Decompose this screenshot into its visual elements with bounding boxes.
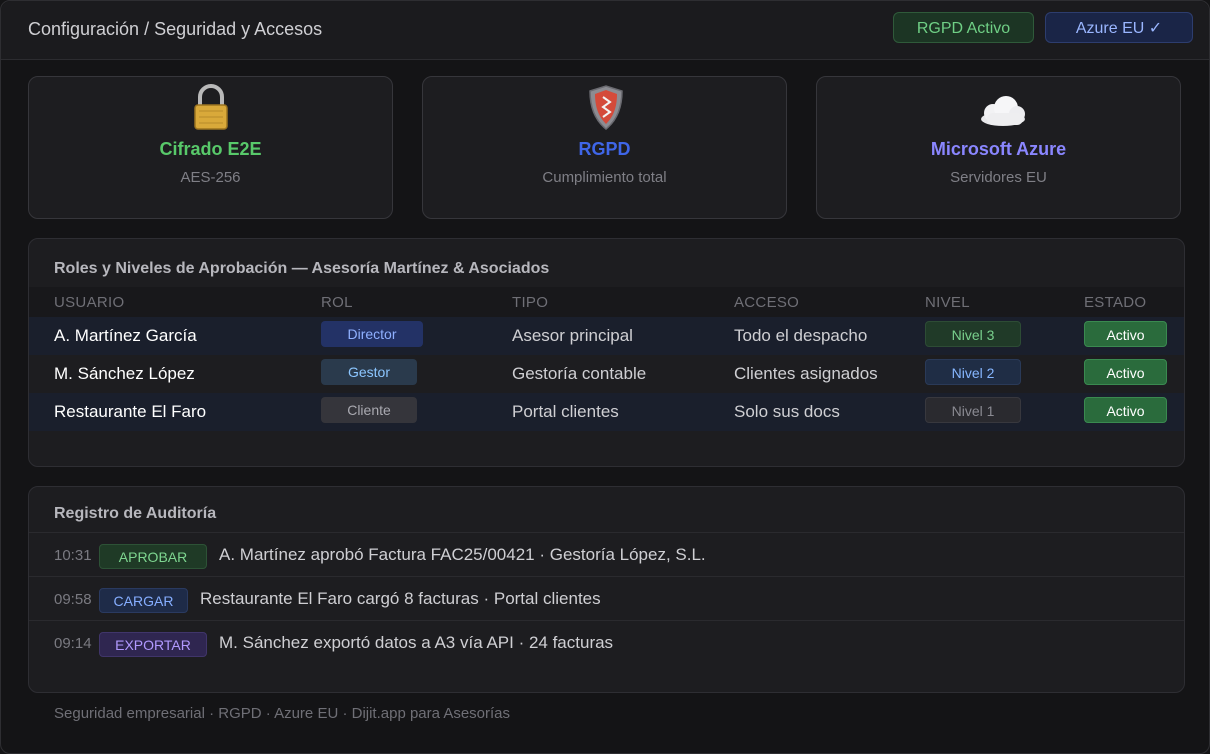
table-row[interactable]: Restaurante El Faro Cliente Portal clien…	[29, 393, 1184, 431]
status-badge[interactable]: Activo	[1084, 359, 1167, 385]
app-window: Configuración / Seguridad y Accesos RGPD…	[0, 0, 1210, 754]
card-title: Cifrado E2E	[159, 139, 262, 159]
table-row[interactable]: M. Sánchez López Gestor Gestoría contabl…	[29, 355, 1184, 393]
audit-text: Restaurante El Faro cargó 8 facturas · P…	[200, 589, 601, 608]
level-badge[interactable]: Nivel 1	[925, 397, 1021, 423]
column-header-estado[interactable]: ESTADO	[1084, 294, 1146, 311]
audit-text: M. Sánchez exportó datos a A3 vía API · …	[219, 633, 614, 652]
column-header-rol[interactable]: ROL	[321, 294, 353, 311]
audit-action-tag: CARGAR	[99, 588, 188, 613]
footer-text: Seguridad empresarial · RGPD · Azure EU …	[54, 705, 511, 722]
level-badge[interactable]: Nivel 2	[925, 359, 1021, 385]
card-title: Microsoft Azure	[930, 139, 1067, 159]
roles-panel: Roles y Niveles de Aprobación — Asesoría…	[28, 238, 1185, 467]
audit-entry[interactable]: 09:58 CARGAR Restaurante El Faro cargó 8…	[29, 576, 1184, 621]
card-subtitle: Servidores EU	[950, 169, 1047, 186]
user-name: Restaurante El Faro	[54, 402, 207, 421]
role-badge[interactable]: Gestor	[321, 359, 417, 385]
status-badge[interactable]: Activo	[1084, 321, 1167, 347]
user-name: M. Sánchez López	[54, 364, 195, 383]
rgpd-status-badge[interactable]: RGPD Activo	[893, 12, 1034, 43]
roles-panel-title: Roles y Niveles de Aprobación — Asesoría…	[54, 260, 550, 277]
cloud-icon	[817, 83, 1180, 131]
lock-icon	[29, 83, 392, 131]
role-badge[interactable]: Director	[321, 321, 423, 347]
role-badge[interactable]: Cliente	[321, 397, 417, 423]
azure-status-badge[interactable]: Azure EU ✓	[1045, 12, 1193, 43]
table-row[interactable]: A. Martínez García Director Asesor princ…	[29, 317, 1184, 355]
audit-entry[interactable]: 10:31 APROBAR A. Martínez aprobó Factura…	[29, 532, 1184, 577]
user-type: Portal clientes	[512, 402, 619, 421]
encryption-card: Cifrado E2E AES-256	[28, 76, 393, 219]
audit-time: 10:31	[54, 547, 92, 564]
audit-panel: Registro de Auditoría 10:31 APROBAR A. M…	[28, 486, 1185, 693]
audit-text: A. Martínez aprobó Factura FAC25/00421 ·…	[219, 545, 706, 564]
user-type: Gestoría contable	[512, 364, 647, 383]
shield-icon	[423, 83, 786, 131]
user-name: A. Martínez García	[54, 326, 197, 345]
card-title: RGPD	[578, 139, 631, 159]
azure-card: Microsoft Azure Servidores EU	[816, 76, 1181, 219]
user-access: Solo sus docs	[734, 402, 840, 421]
column-header-nivel[interactable]: NIVEL	[925, 294, 970, 311]
column-header-usuario[interactable]: USUARIO	[54, 294, 124, 311]
top-bar: Configuración / Seguridad y Accesos RGPD…	[1, 1, 1209, 60]
rgpd-card: RGPD Cumplimiento total	[422, 76, 787, 219]
level-badge[interactable]: Nivel 3	[925, 321, 1021, 347]
card-subtitle: AES-256	[180, 169, 241, 186]
card-subtitle: Cumplimiento total	[542, 169, 667, 186]
breadcrumb[interactable]: Configuración / Seguridad y Accesos	[28, 19, 322, 40]
status-badge[interactable]: Activo	[1084, 397, 1167, 423]
column-header-tipo[interactable]: TIPO	[512, 294, 548, 311]
user-access: Clientes asignados	[734, 364, 878, 383]
audit-action-tag: EXPORTAR	[99, 632, 207, 657]
audit-entry[interactable]: 09:14 EXPORTAR M. Sánchez exportó datos …	[29, 620, 1184, 665]
audit-time: 09:58	[54, 591, 92, 608]
audit-panel-title: Registro de Auditoría	[54, 505, 217, 522]
user-type: Asesor principal	[512, 326, 633, 345]
column-header-acceso[interactable]: ACCESO	[734, 294, 799, 311]
user-access: Todo el despacho	[734, 326, 868, 345]
roles-table-header	[29, 287, 1184, 317]
audit-time: 09:14	[54, 635, 92, 652]
audit-action-tag: APROBAR	[99, 544, 207, 569]
